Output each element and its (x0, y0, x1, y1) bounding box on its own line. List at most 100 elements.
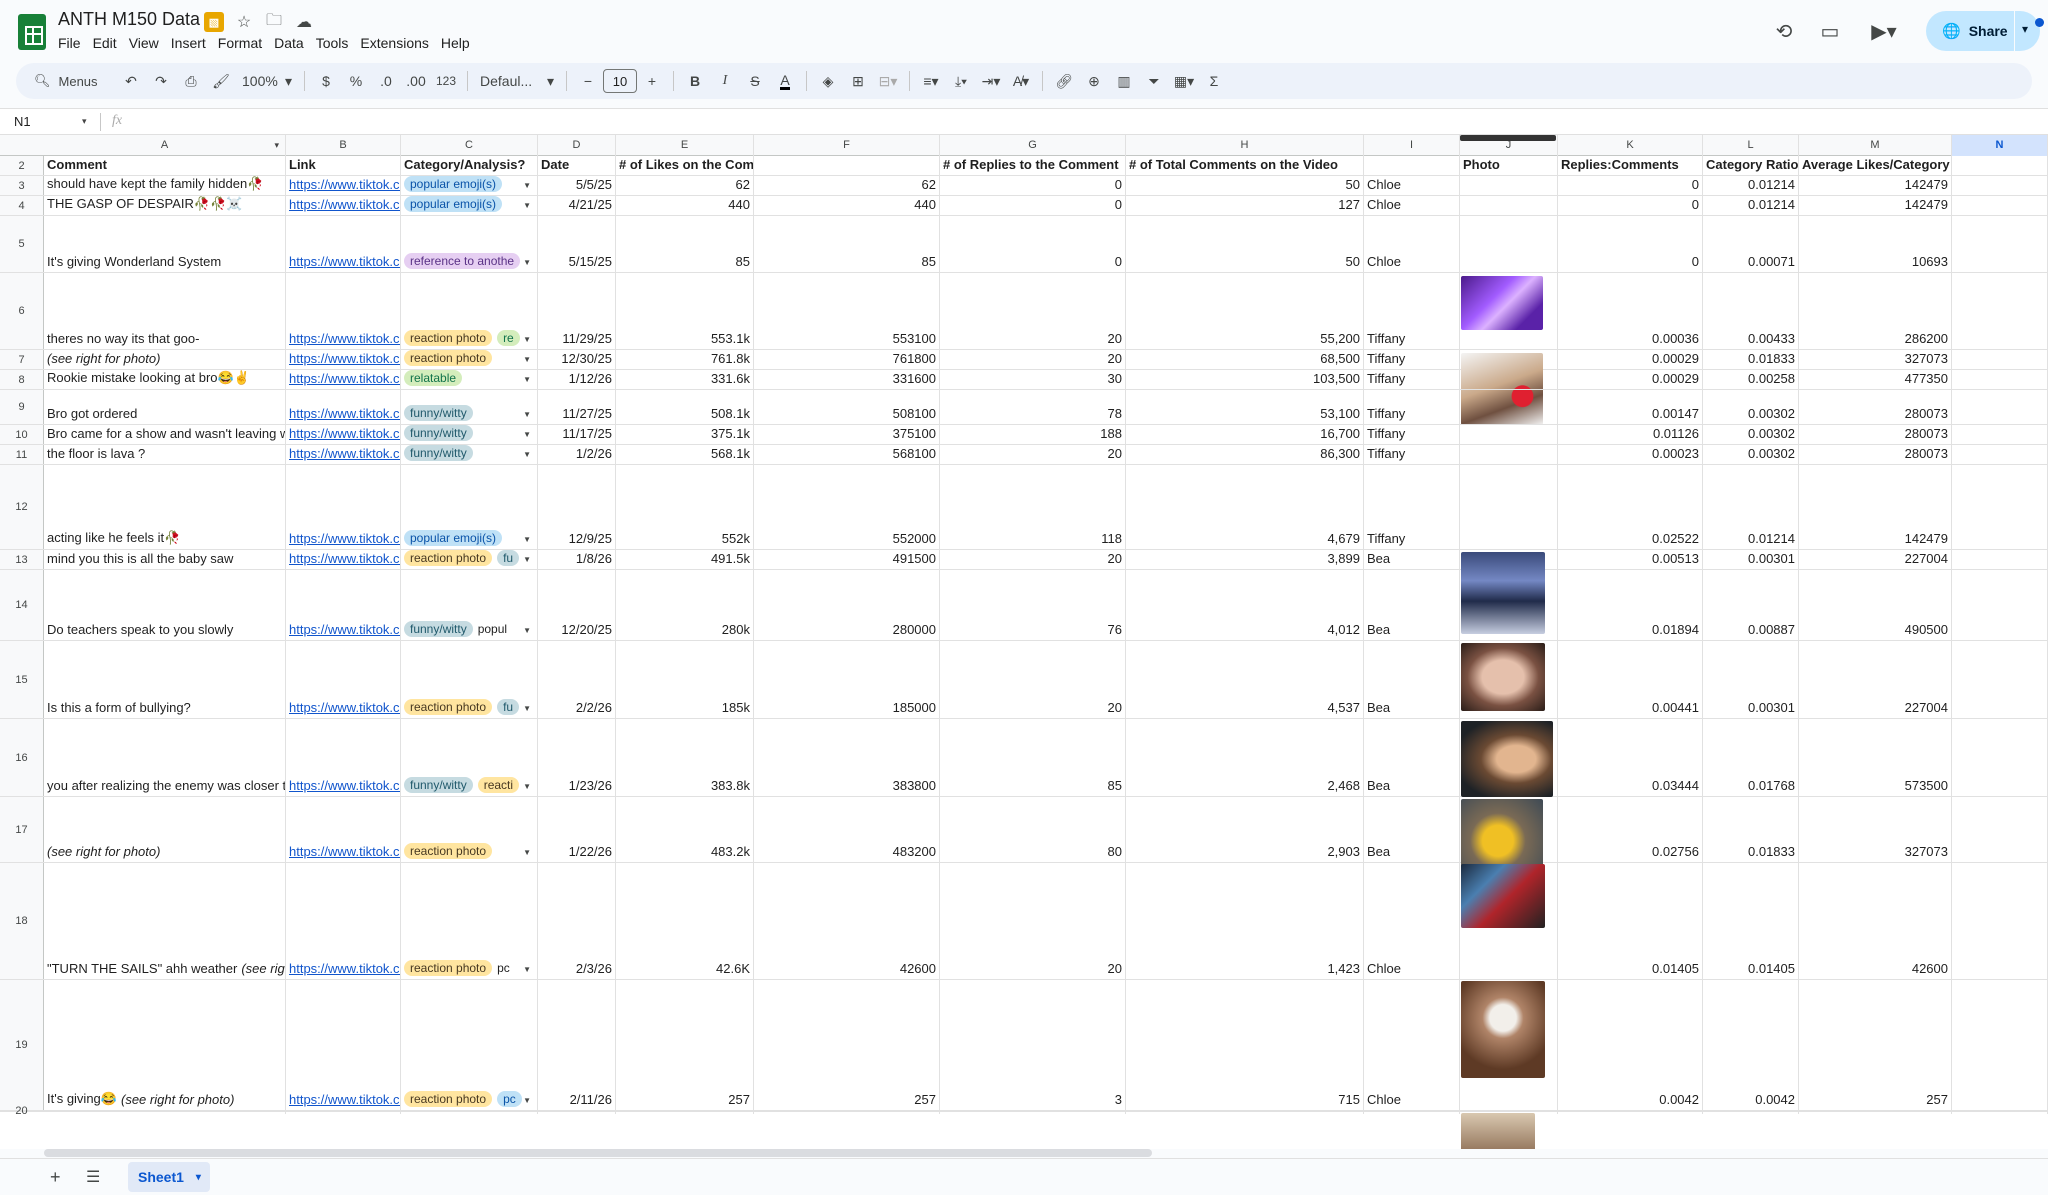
likes-cell[interactable]: 280k (616, 570, 754, 640)
dropdown-chevron-icon[interactable]: ▼ (523, 181, 531, 190)
person-cell[interactable]: Bea (1364, 797, 1460, 862)
document-status-icon[interactable]: ▧ (204, 12, 224, 32)
category-chip[interactable]: re (497, 330, 520, 346)
row-number[interactable]: 14 (0, 570, 44, 640)
total-comments-cell[interactable]: 50 (1126, 176, 1364, 195)
dropdown-chevron-icon[interactable]: ▼ (523, 430, 531, 439)
bold-icon[interactable]: B (680, 67, 710, 95)
likes-cell[interactable]: 508.1k (616, 390, 754, 424)
category-chip[interactable]: fu (497, 550, 520, 566)
likes-cell[interactable]: 383.8k (616, 719, 754, 796)
reaction-photo-image[interactable] (1461, 276, 1543, 330)
replies-ratio-cell[interactable]: 0.00029 (1558, 350, 1703, 369)
empty-cell[interactable] (1952, 719, 2048, 796)
likes-number-cell[interactable]: 383800 (754, 719, 940, 796)
date-cell[interactable]: 1/22/26 (538, 797, 616, 862)
empty-cell[interactable] (1952, 370, 2048, 389)
header-cell[interactable]: Photo (1460, 156, 1558, 175)
menu-format[interactable]: Format (212, 34, 268, 52)
replies-cell[interactable]: 3 (940, 980, 1126, 1110)
total-comments-cell[interactable]: 53,100 (1126, 390, 1364, 424)
horizontal-scrollbar[interactable] (44, 1149, 1152, 1157)
dropdown-chevron-icon[interactable]: ▼ (523, 782, 531, 791)
functions-icon[interactable]: Σ (1199, 67, 1229, 95)
insert-chart-icon[interactable]: ▥ (1109, 67, 1139, 95)
comment-cell[interactable]: (see right for photo) (44, 350, 286, 369)
date-cell[interactable]: 1/2/26 (538, 445, 616, 464)
link-cell[interactable]: https://www.tiktok.com (286, 425, 401, 444)
row-number[interactable]: 12 (0, 465, 44, 549)
link-cell[interactable]: https://www.tiktok.com (286, 273, 401, 349)
category-cell[interactable]: funny/witty reacti ▼ (401, 719, 538, 796)
category-chip[interactable]: reaction photo (404, 699, 493, 715)
increase-decimal-button[interactable]: .00 (401, 67, 431, 95)
meet-icon[interactable]: ▶▾ (1856, 11, 1912, 51)
link-cell[interactable]: https://www.tiktok.com (286, 445, 401, 464)
row-number[interactable]: 8 (0, 370, 44, 389)
cloud-saved-icon[interactable]: ☁ (294, 12, 314, 32)
replies-ratio-cell[interactable]: 0.00441 (1558, 641, 1703, 718)
dropdown-chevron-icon[interactable]: ▼ (523, 355, 531, 364)
date-cell[interactable]: 1/23/26 (538, 719, 616, 796)
total-comments-cell[interactable]: 1,502 (1126, 1111, 1364, 1114)
replies-ratio-cell[interactable]: 0.00666 (1558, 1111, 1703, 1114)
photo-cell[interactable] (1460, 216, 1558, 272)
empty-cell[interactable] (1952, 176, 2048, 195)
borders-icon[interactable]: ⊞ (843, 67, 873, 95)
link-cell[interactable]: https://www.tiktok.com (286, 980, 401, 1110)
replies-cell[interactable]: 78 (940, 390, 1126, 424)
filter-icon[interactable]: ⏷ (1139, 67, 1169, 95)
average-likes-cell[interactable]: 327073 (1799, 350, 1952, 369)
likes-cell[interactable]: 185k (616, 641, 754, 718)
replies-cell[interactable]: 30 (940, 370, 1126, 389)
dropdown-chevron-icon[interactable]: ▼ (523, 450, 531, 459)
column-header-e[interactable]: E (616, 135, 754, 156)
dropdown-chevron-icon[interactable]: ▼ (523, 410, 531, 419)
person-cell[interactable]: Tiffany (1364, 390, 1460, 424)
likes-number-cell[interactable]: 491500 (754, 550, 940, 569)
header-cell[interactable]: Comment (44, 156, 286, 175)
reaction-photo-image[interactable] (1461, 1113, 1535, 1149)
likes-cell[interactable]: 42.6K (616, 863, 754, 979)
likes-cell[interactable]: 440 (616, 196, 754, 215)
date-cell[interactable]: 11/17/25 (538, 425, 616, 444)
person-cell[interactable]: Tiffany (1364, 350, 1460, 369)
fill-color-icon[interactable]: ◈ (813, 67, 843, 95)
dropdown-chevron-icon[interactable]: ▼ (523, 704, 531, 713)
date-cell[interactable]: 1/12/26 (538, 370, 616, 389)
date-cell[interactable]: 4/21/25 (538, 196, 616, 215)
category-chip[interactable]: reaction photo (404, 330, 493, 346)
link-cell[interactable]: https://www.tiktok.com (286, 550, 401, 569)
replies-ratio-cell[interactable]: 0.00147 (1558, 390, 1703, 424)
empty-cell[interactable] (1952, 425, 2048, 444)
text-color-icon[interactable]: A (770, 67, 800, 95)
average-likes-cell[interactable]: 573500 (1799, 719, 1952, 796)
link-cell[interactable]: https://www.tiktok.com (286, 216, 401, 272)
date-cell[interactable]: 2/3/26 (538, 863, 616, 979)
undo-icon[interactable]: ↶ (116, 67, 146, 95)
average-likes-cell[interactable]: 142479 (1799, 196, 1952, 215)
replies-ratio-cell[interactable]: 0.01894 (1558, 570, 1703, 640)
average-likes-cell[interactable]: 227004 (1799, 550, 1952, 569)
total-comments-cell[interactable]: 4,537 (1126, 641, 1364, 718)
dropdown-chevron-icon[interactable]: ▼ (523, 1096, 531, 1105)
person-cell[interactable]: Tiffany (1364, 370, 1460, 389)
comment-cell[interactable]: you after realizing the enemy was closer… (44, 719, 286, 796)
total-comments-cell[interactable]: 103,500 (1126, 370, 1364, 389)
average-likes-cell[interactable]: 1880 (1799, 1111, 1952, 1114)
replies-ratio-cell[interactable]: 0 (1558, 176, 1703, 195)
empty-cell[interactable] (1952, 863, 2048, 979)
column-header-n[interactable]: N (1952, 135, 2048, 156)
likes-cell[interactable]: 375.1k (616, 425, 754, 444)
photo-cell[interactable] (1460, 370, 1558, 389)
category-ratio-cell[interactable]: 0.01768 (1703, 719, 1799, 796)
category-cell[interactable]: relatable ▼ (401, 370, 538, 389)
category-chip[interactable]: reaction photo (404, 843, 493, 859)
percent-format-button[interactable]: % (341, 67, 371, 95)
category-ratio-cell[interactable]: 0.01833 (1703, 797, 1799, 862)
currency-format-button[interactable]: $ (311, 67, 341, 95)
category-cell[interactable]: funny/witty popul ▼ (401, 570, 538, 640)
likes-number-cell[interactable]: 257 (754, 980, 940, 1110)
header-cell[interactable]: Replies:Comments (1558, 156, 1703, 175)
category-ratio-cell[interactable]: 0.00258 (1703, 370, 1799, 389)
